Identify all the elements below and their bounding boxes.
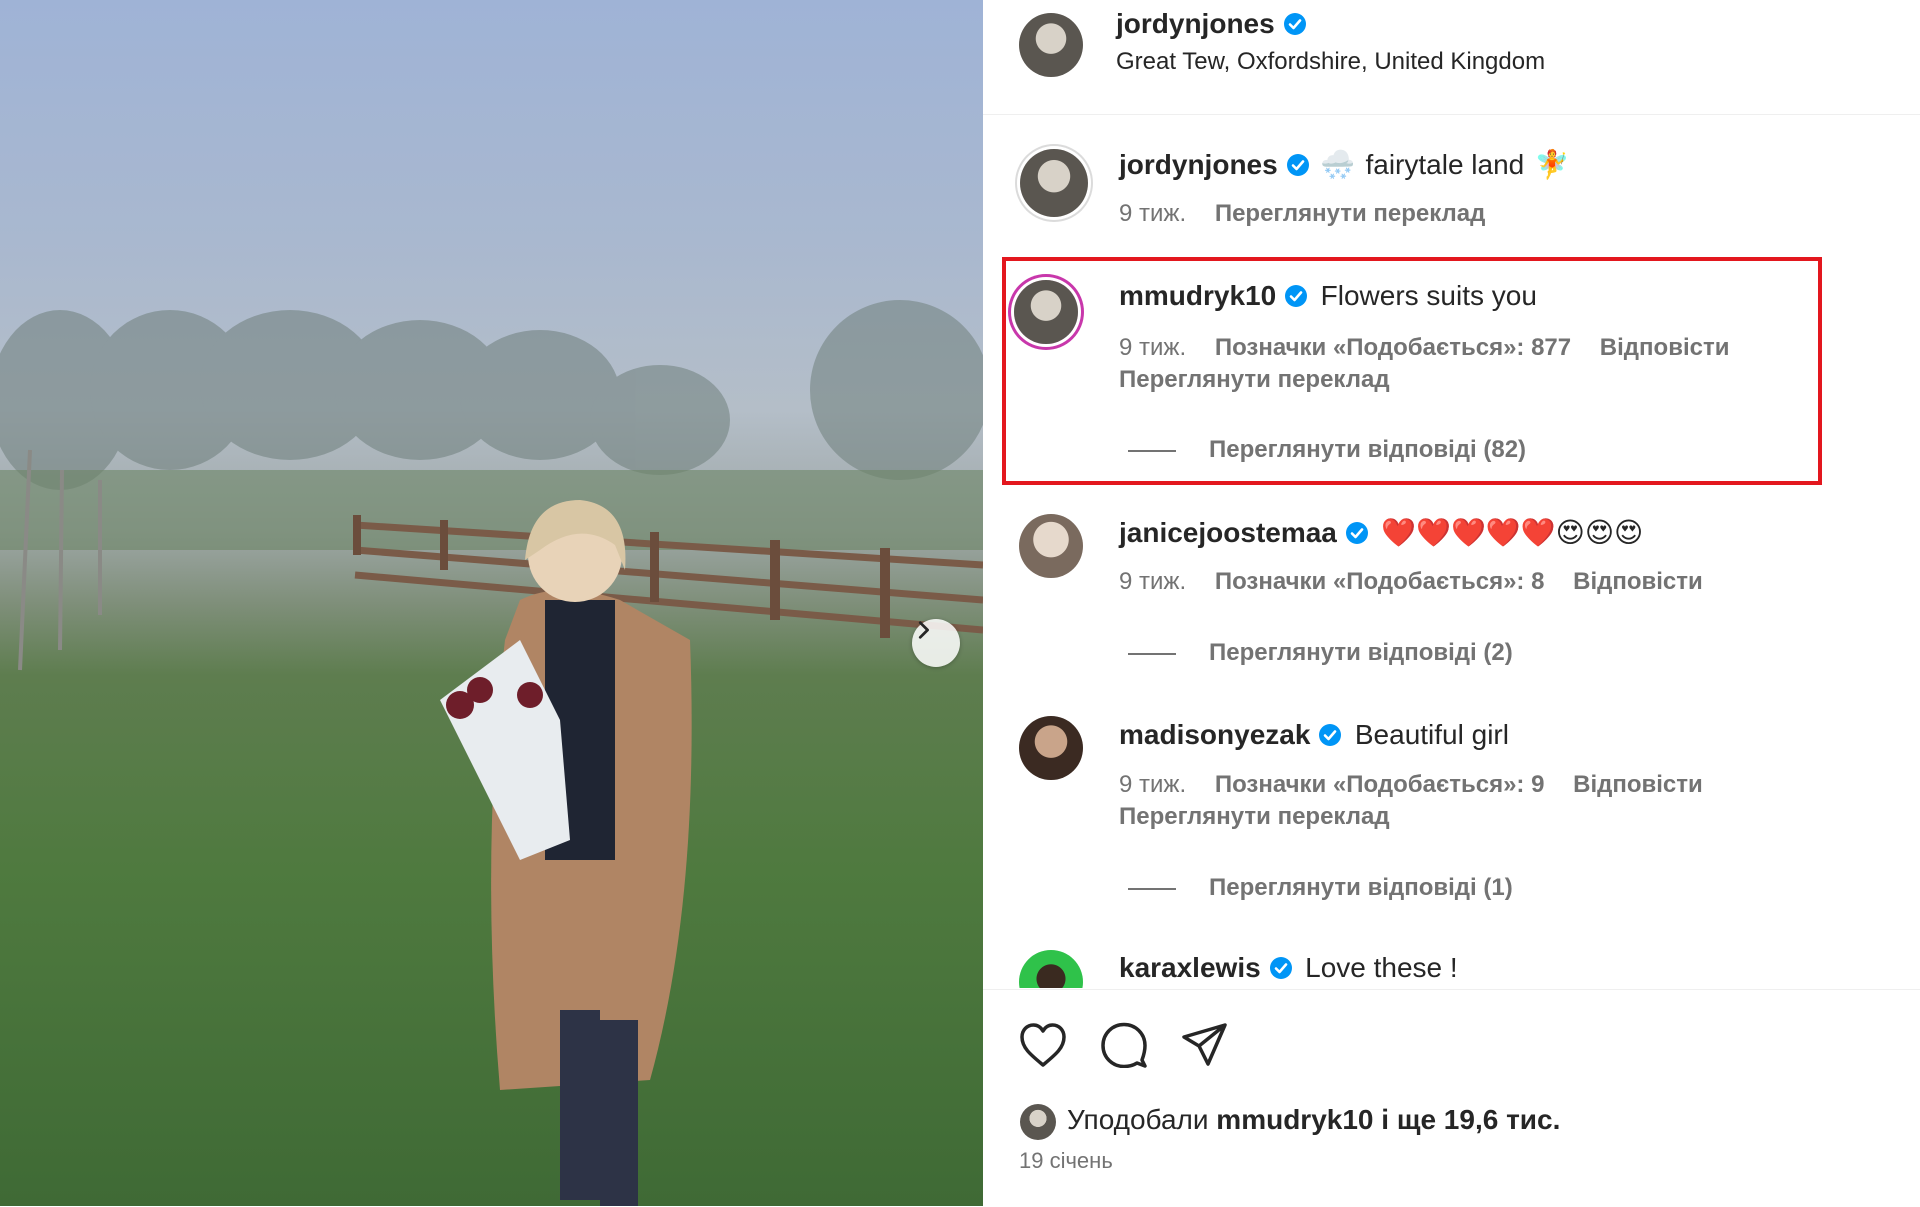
photo-scene — [0, 300, 983, 1206]
verified-icon — [1283, 13, 1306, 35]
heart-icon[interactable] — [1019, 1022, 1067, 1068]
post-date[interactable]: 19 січень — [1019, 1148, 1113, 1174]
verified-icon — [1269, 957, 1292, 979]
comment-time[interactable]: 9 тиж. — [1119, 334, 1186, 361]
comment-likes-link[interactable]: Позначки «Подобається»: 9 — [1215, 771, 1545, 798]
chevron-right-icon — [918, 621, 929, 639]
caption-username[interactable]: jordynjones — [1119, 149, 1278, 180]
post-location[interactable]: Great Tew, Oxfordshire, United Kingdom — [1116, 48, 1545, 76]
comment-likes-link[interactable]: Позначки «Подобається»: 877 — [1215, 334, 1571, 361]
caption-line: jordynjones 🌨️ fairytale land 🧚 — [1119, 148, 1570, 181]
caption-meta: 9 тиж. Переглянути переклад — [1119, 200, 1485, 228]
post-actions: Уподобали mmudryk10 і ще 19,6 тис. 19 сі… — [983, 989, 1920, 1207]
replies-divider — [1128, 653, 1176, 655]
caption-time[interactable]: 9 тиж. — [1119, 200, 1186, 227]
comment-text: Flowers suits you — [1320, 280, 1537, 311]
comment-username[interactable]: karaxlewis — [1119, 952, 1261, 983]
comment-avatar[interactable] — [1019, 716, 1083, 780]
liked-user-link[interactable]: mmudryk10 — [1216, 1104, 1373, 1135]
comment-text: Love these ! — [1305, 952, 1458, 983]
caption-avatar[interactable] — [1020, 149, 1088, 217]
comment-text: Beautiful girl — [1354, 719, 1509, 750]
comment-time[interactable]: 9 тиж. — [1119, 568, 1186, 595]
comment-line: madisonyezak Beautiful girl — [1119, 719, 1509, 751]
caption-emoji-start: 🌨️ — [1320, 149, 1356, 180]
comment-username[interactable]: madisonyezak — [1119, 719, 1310, 750]
comment-meta: 9 тиж. Позначки «Подобається»: 9 Відпові… — [1119, 771, 1703, 799]
post-photo[interactable] — [0, 0, 983, 1206]
caption-translate-link[interactable]: Переглянути переклад — [1215, 200, 1486, 227]
comment-reply-button[interactable]: Відповісти — [1573, 771, 1703, 798]
comment-username[interactable]: janicejoostemaa — [1119, 517, 1337, 548]
comment-avatar[interactable] — [1019, 514, 1083, 578]
replies-divider — [1128, 888, 1176, 890]
author-avatar[interactable] — [1019, 13, 1083, 77]
comment-line: mmudryk10 Flowers suits you — [1119, 280, 1537, 312]
comment-icon[interactable] — [1100, 1022, 1148, 1068]
verified-icon — [1319, 724, 1342, 746]
author-username[interactable]: jordynjones — [1116, 8, 1275, 39]
verified-icon — [1286, 154, 1309, 176]
liked-by-avatar[interactable] — [1020, 1104, 1056, 1140]
comment-reply-button[interactable]: Відповісти — [1600, 334, 1730, 361]
post-panel: jordynjones Great Tew, Oxfordshire, Unit… — [983, 0, 1920, 1206]
liked-by-line: Уподобали mmudryk10 і ще 19,6 тис. — [1067, 1104, 1560, 1136]
caption-emoji-end: 🧚 — [1534, 149, 1570, 180]
comment-line: karaxlewis Love these ! — [1119, 952, 1458, 984]
comment-reply-button[interactable]: Відповісти — [1573, 568, 1703, 595]
next-photo-button[interactable] — [912, 619, 960, 667]
view-replies-link[interactable]: Переглянути відповіді (2) — [1209, 639, 1513, 667]
caption-text: fairytale land — [1365, 149, 1525, 180]
comment-text: ❤️❤️❤️❤️❤️😍😍😍 — [1381, 517, 1644, 548]
comment-line: janicejoostemaa ❤️❤️❤️❤️❤️😍😍😍 — [1119, 516, 1643, 549]
comment-translate-link[interactable]: Переглянути переклад — [1119, 803, 1390, 831]
view-replies-link[interactable]: Переглянути відповіді (82) — [1209, 436, 1526, 464]
woman-figure — [440, 500, 692, 1206]
comment-avatar[interactable] — [1014, 280, 1078, 344]
verified-icon — [1285, 285, 1308, 307]
view-replies-link[interactable]: Переглянути відповіді (1) — [1209, 874, 1513, 902]
comment-time[interactable]: 9 тиж. — [1119, 771, 1186, 798]
post-header: jordynjones Great Tew, Oxfordshire, Unit… — [983, 0, 1920, 115]
liked-prefix: Уподобали — [1067, 1104, 1209, 1135]
comment-meta: 9 тиж. Позначки «Подобається»: 877 Відпо… — [1119, 334, 1729, 362]
comment-translate-link[interactable]: Переглянути переклад — [1119, 366, 1390, 394]
verified-icon — [1345, 522, 1368, 544]
replies-divider — [1128, 450, 1176, 452]
share-icon[interactable] — [1181, 1022, 1229, 1068]
liked-count-link[interactable]: і ще 19,6 тис. — [1381, 1104, 1560, 1135]
comment-avatar-clip — [1019, 950, 1083, 988]
comment-meta: 9 тиж. Позначки «Подобається»: 8 Відпові… — [1119, 568, 1703, 596]
comment-username[interactable]: mmudryk10 — [1119, 280, 1276, 311]
comment-avatar[interactable] — [1019, 950, 1083, 988]
comment-likes-link[interactable]: Позначки «Подобається»: 8 — [1215, 568, 1545, 595]
